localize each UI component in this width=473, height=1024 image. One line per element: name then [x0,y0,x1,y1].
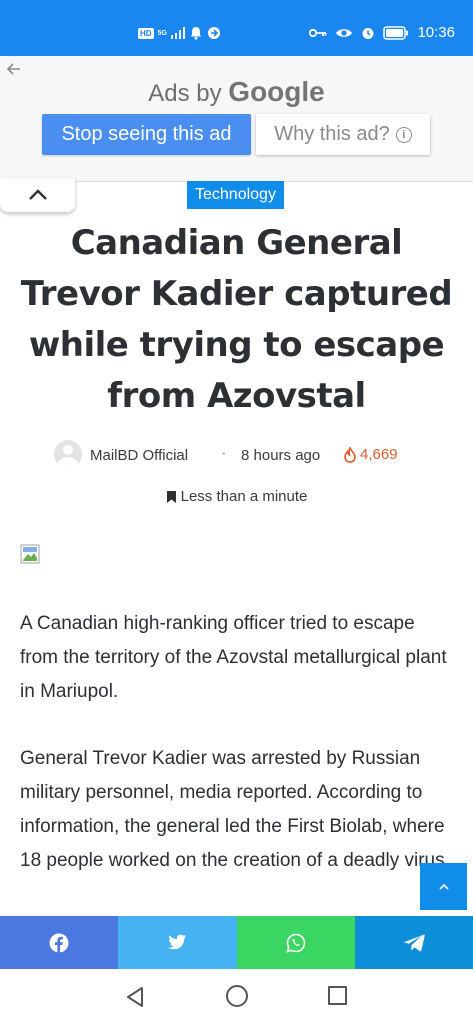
article-meta: MailBD Official • 8 hours ago 4,669 [0,440,473,470]
meta-separator: • [222,449,226,460]
app-notification-icon [207,27,220,39]
key-icon [309,28,327,37]
stop-seeing-ad-button[interactable]: Stop seeing this ad [42,114,251,155]
status-bar: HD 5G 10:36 [0,0,473,56]
share-facebook-button[interactable] [0,916,119,969]
battery-icon [383,25,409,40]
why-this-ad-label: Why this ad? [274,123,390,145]
publish-time: 8 hours ago [241,447,321,464]
bookmark-icon [166,490,176,503]
nav-home-icon[interactable] [226,985,248,1007]
ads-by-prefix: Ads by [148,80,222,107]
broken-image-icon [20,544,40,564]
read-time-label: Less than a minute [180,488,308,505]
whatsapp-icon [285,933,305,953]
signal-icon [170,27,185,39]
facebook-icon [49,933,69,952]
eye-icon [336,28,353,37]
alarm-icon [362,27,374,39]
network-type: 5G [157,29,167,37]
twitter-icon [168,934,187,950]
fire-icon [344,446,356,463]
telegram-icon [402,934,425,951]
article-title: Canadian General Trevor Kadier captured … [20,223,453,416]
share-whatsapp-button[interactable] [236,916,355,969]
view-count: 4,669 [343,446,398,463]
nav-back-icon[interactable] [125,986,145,1008]
article-paragraph: General Trevor Kadier was arrested by Ru… [20,748,450,871]
back-arrow-icon[interactable] [6,62,22,76]
notification-bell-icon [190,27,202,40]
clock: 10:36 [417,24,455,41]
scroll-to-top-button[interactable] [420,863,467,910]
nav-recents-icon[interactable] [328,986,347,1005]
chevron-up-icon [28,189,47,200]
hd-badge: HD [138,27,154,39]
category-badge[interactable]: Technology [187,181,284,209]
collapse-ad-button[interactable] [0,178,75,212]
author-avatar[interactable] [54,440,82,468]
status-right: 10:36 [309,24,455,41]
share-bar [0,916,473,969]
author-name[interactable]: MailBD Official [90,447,188,464]
google-logo: Google [228,76,325,107]
ad-banner: Ads by Google Stop seeing this ad Why th… [0,56,473,182]
system-nav-bar [0,969,473,1024]
info-icon: i [395,126,412,143]
category-label: Technology [195,186,276,203]
chevron-up-icon [438,883,449,890]
why-this-ad-button[interactable]: Why this ad? i [256,114,430,155]
ads-by-google: Ads by Google [0,76,473,108]
article-paragraph: A Canadian high-ranking officer tried to… [20,613,447,702]
status-network: HD 5G [138,26,221,40]
stop-seeing-ad-label: Stop seeing this ad [61,123,232,145]
view-count-value: 4,669 [360,446,398,463]
share-telegram-button[interactable] [354,916,473,969]
read-time: Less than a minute [0,488,473,505]
share-twitter-button[interactable] [118,916,237,969]
